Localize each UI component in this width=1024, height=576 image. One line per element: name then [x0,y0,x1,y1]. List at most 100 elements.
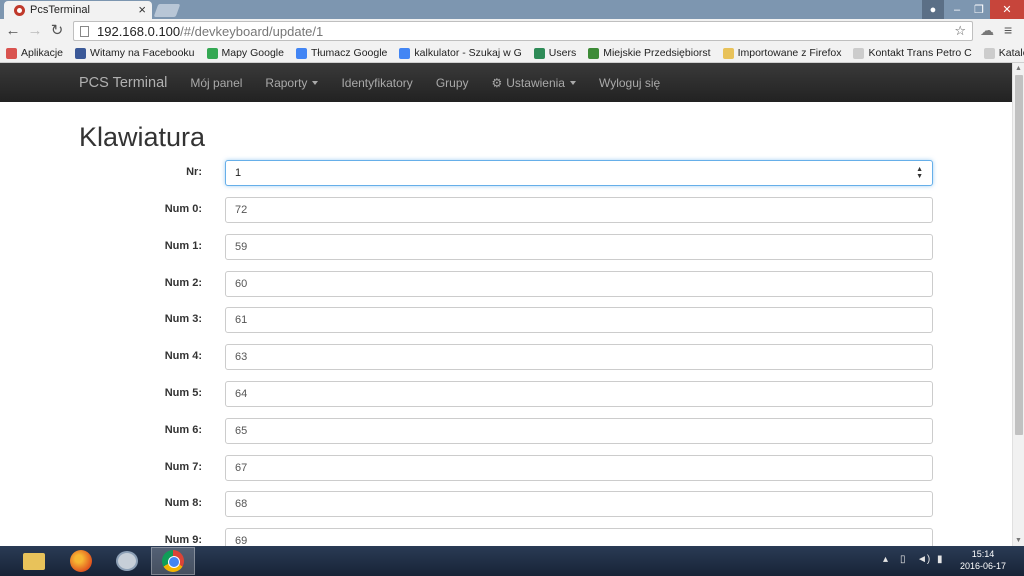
top-navbar: PCS Terminal Mój panel Raporty Identyfik… [0,63,1012,102]
nav-item-ustawienia[interactable]: ⚙ Ustawienia [492,76,576,90]
reload-icon[interactable]: ↻ [48,22,66,40]
nav-item-identyfikatory[interactable]: Identyfikatory [341,76,412,90]
nav-item-label: Mój panel [190,75,243,90]
num-2-input[interactable]: 60 [225,270,933,297]
form-row-num-3: Num 3: 61 [0,307,1012,334]
num-3-label: Num 3: [164,313,202,326]
bookmark-item[interactable]: kalkulator - Szukaj w G [399,47,522,59]
bookmark-item[interactable]: Miejskie Przedsiębiorst [588,47,711,59]
num-9-value: 69 [235,535,248,546]
bookmark-label: Witamy na Facebooku [90,47,195,59]
num-4-input[interactable]: 63 [225,344,933,371]
nr-selected-value: 1 [235,167,242,179]
num-4-label: Num 4: [164,350,202,363]
chrome-icon [162,550,184,572]
nav-item-grupy[interactable]: Grupy [436,76,469,90]
navbar-brand[interactable]: PCS Terminal [79,75,167,91]
num-8-input[interactable]: 68 [225,491,933,518]
tray-volume-icon[interactable]: ◄) [917,554,930,565]
bookmark-item[interactable]: Aplikacje [6,47,63,59]
bookmark-label: Aplikacje [21,47,64,59]
num-1-label: Num 1: [164,239,202,252]
bookmark-label: Tłumacz Google [310,47,388,59]
new-tab-button[interactable] [153,4,181,17]
num-4-value: 63 [235,351,248,364]
num-7-value: 67 [235,461,248,474]
taskbar-clock[interactable]: 15:14 2016-06-17 [955,548,1011,572]
close-window-icon[interactable]: ✕ [990,0,1024,19]
num-8-value: 68 [235,498,248,511]
num-8-label: Num 8: [164,497,202,510]
nav-item-raporty[interactable]: Raporty [265,76,319,90]
form-row-num-2: Num 2: 60 [0,270,1012,297]
browser-tab[interactable]: PcsTerminal × [4,1,152,19]
num-0-value: 72 [235,204,248,216]
select-arrows-icon: ▲ ▼ [916,166,923,180]
star-icon[interactable]: ☆ [954,23,966,39]
num-7-input[interactable]: 67 [225,454,933,481]
back-arrow-icon[interactable]: ← [4,22,22,40]
user-icon[interactable]: ● [922,0,944,19]
url-path: /#/devkeyboard/update/1 [180,23,324,39]
taskbar-explorer[interactable] [12,547,56,575]
forward-arrow-icon[interactable]: → [26,22,44,40]
num-6-value: 65 [235,424,248,437]
bookmark-item[interactable]: Witamy na Facebooku [75,47,195,59]
nav-item-label: Ustawienia [506,75,565,90]
minimize-icon[interactable]: – [946,0,968,19]
num-0-input[interactable]: 72 [225,197,933,223]
num-3-value: 61 [235,314,248,327]
tray-device-icon[interactable]: ▯ [900,554,906,565]
taskbar-paint[interactable] [105,547,149,575]
form-row-num-9: Num 9: 69 [0,528,1012,546]
nav-item-label: Wyloguj się [598,75,661,90]
bookmark-icon [533,47,545,59]
form-row-nr: Nr: 1 ▲ ▼ [0,160,1012,186]
num-7-label: Num 7: [164,460,202,473]
bookmark-label: kalkulator - Szukaj w G [414,47,522,59]
form-row-num-8: Num 8: 68 [0,491,1012,518]
form-row-num-1: Num 1: 59 [0,233,1012,260]
nav-item-moj-panel[interactable]: Mój panel [190,76,242,90]
nav-item-wyloguj[interactable]: Wyloguj się [599,76,660,90]
bookmarks-bar: Aplikacje Witamy na Facebooku Mapy Google T… [0,44,1024,63]
num-9-input[interactable]: 69 [225,528,933,546]
menu-icon[interactable]: ≡ [1004,22,1012,38]
num-5-input[interactable]: 64 [225,381,933,407]
num-1-value: 59 [235,240,248,253]
bookmark-icon [6,47,17,59]
num-6-input[interactable]: 65 [225,417,933,444]
bookmark-icon [75,47,87,59]
bookmark-item[interactable]: Importowane z Firefox [722,47,841,59]
page-title: Klawiatura [79,122,206,152]
caret-down-icon [569,80,576,85]
firefox-icon [70,550,92,572]
bookmark-item[interactable]: Katalog stron OSP [983,47,1024,59]
bookmark-icon [722,47,734,59]
bookmark-label: Mapy Google [221,47,284,59]
folder-icon [23,552,45,570]
bookmark-item[interactable]: Kontakt Trans Petro C [853,47,972,59]
tab-close-icon[interactable]: × [138,2,146,17]
taskbar-firefox[interactable] [59,547,103,575]
browser-tab-strip: PcsTerminal × ● – ❐ ✕ [0,0,1024,19]
num-2-label: Num 2: [164,276,202,289]
address-bar[interactable]: 192.168.0.100/#/devkeyboard/update/1 ☆ [73,21,973,41]
num-1-input[interactable]: 59 [225,233,933,260]
nr-select[interactable]: 1 ▲ ▼ [225,160,933,186]
taskbar-chrome[interactable] [151,547,195,575]
tray-arrow-icon[interactable]: ▴ [883,554,888,565]
bookmark-icon [853,47,865,59]
bookmark-item[interactable]: Mapy Google [206,47,284,59]
form-row-num-0: Num 0: 72 [0,197,1012,223]
bookmark-icon [206,47,218,59]
paint-icon [116,551,138,571]
bookmark-item[interactable]: Users [533,47,576,59]
bookmark-label: Kontakt Trans Petro C [868,47,972,59]
bookmark-item[interactable]: Tłumacz Google [295,47,388,59]
extension-icon[interactable]: ☁ [980,22,994,39]
tray-network-icon[interactable]: ▮ [937,554,943,565]
num-3-input[interactable]: 61 [225,307,933,334]
form-row-num-5: Num 5: 64 [0,381,1012,407]
maximize-icon[interactable]: ❐ [968,0,990,19]
